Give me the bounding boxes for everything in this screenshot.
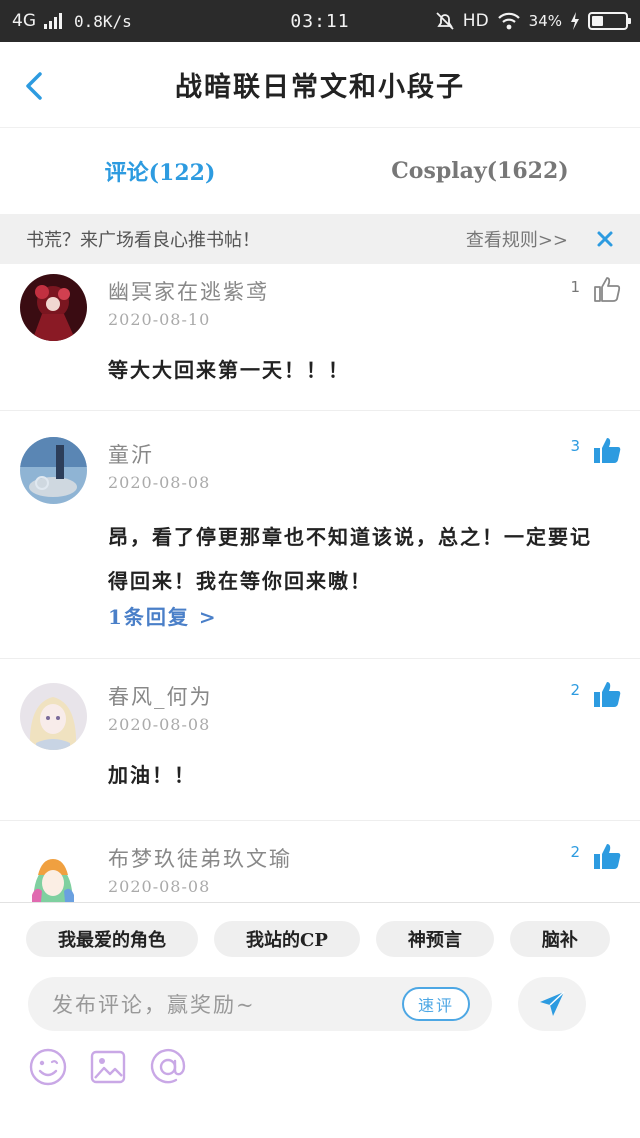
mute-bell-icon xyxy=(436,12,454,30)
comment-input-placeholder: 发布评论，赢奖励~ xyxy=(52,993,256,1017)
battery-percent: 34% xyxy=(528,12,562,30)
comment-item: 布梦玖徒弟玖文瑜 2020-08-08 2 xyxy=(0,821,640,902)
clock: 03:11 xyxy=(290,10,350,32)
comment-composer: 我最爱的角色 我站的CP 神预言 脑补 发布评论，赢奖励~ 速评 xyxy=(0,902,640,1138)
notice-text[interactable]: 书荒？来广场看良心推书帖！ xyxy=(26,226,466,252)
comment-author[interactable]: 春风_何为 xyxy=(108,681,213,711)
topic-chip[interactable]: 脑补 xyxy=(509,921,610,957)
comment-author[interactable]: 布梦玖徒弟玖文瑜 xyxy=(108,843,292,873)
thumbs-up-outline-icon[interactable] xyxy=(592,274,622,304)
wifi-icon xyxy=(497,12,520,30)
send-button[interactable] xyxy=(518,977,586,1031)
tab-cosplay[interactable]: Cosplay(1622) xyxy=(320,128,640,214)
comment-author[interactable]: 童沂 xyxy=(108,439,154,469)
topic-chip-row: 我最爱的角色 我站的CP 神预言 脑补 xyxy=(26,921,640,957)
topic-chip[interactable]: 我站的CP xyxy=(214,921,360,957)
comment-date: 2020-08-08 xyxy=(108,877,211,896)
comment-text: 昂，看了停更那章也不知道该说，总之！一定要记得回来！我在等你回来嗷！ xyxy=(108,525,592,593)
comment-input[interactable]: 发布评论，赢奖励~ 速评 xyxy=(28,977,492,1031)
comment-text: 等大大回来第一天！！！ xyxy=(108,358,350,382)
comment-date: 2020-08-10 xyxy=(108,310,211,329)
close-icon[interactable] xyxy=(596,230,614,248)
battery-icon xyxy=(588,12,631,30)
comment-author[interactable]: 幽冥家在逃紫鸢 xyxy=(108,276,269,306)
network-speed: 0.8K/s xyxy=(74,11,132,31)
like-count: 2 xyxy=(570,681,580,699)
comment-date: 2020-08-08 xyxy=(108,473,211,492)
view-rules-link[interactable]: 查看规则>> xyxy=(466,226,568,252)
avatar[interactable] xyxy=(20,274,87,341)
comment-item: 春风_何为 2020-08-08 加油！！ 2 xyxy=(0,659,640,821)
charging-icon xyxy=(571,12,579,30)
comment-text: 加油！！ xyxy=(108,763,196,787)
thumbs-up-filled-icon[interactable] xyxy=(592,435,622,465)
signal-icon xyxy=(44,13,62,29)
comment-item: 幽冥家在逃紫鸢 2020-08-10 等大大回来第一天！！！ 1 xyxy=(0,264,640,411)
comment-date: 2020-08-08 xyxy=(108,715,211,734)
composer-tools xyxy=(28,1047,188,1087)
topic-chip[interactable]: 我最爱的角色 xyxy=(26,921,198,957)
status-bar: 4G 0.8K/s 03:11 HD 34% xyxy=(0,0,640,42)
quick-review-button[interactable]: 速评 xyxy=(401,987,470,1021)
avatar[interactable] xyxy=(20,683,87,750)
thumbs-up-filled-icon[interactable] xyxy=(592,679,622,709)
avatar[interactable] xyxy=(20,437,87,504)
like-count: 2 xyxy=(570,843,580,861)
page-title: 战暗联日常文和小段子 xyxy=(175,72,465,103)
comment-list: 幽冥家在逃紫鸢 2020-08-10 等大大回来第一天！！！ 1 童沂 2020… xyxy=(0,264,640,902)
like-count: 1 xyxy=(570,278,580,296)
back-arrow-icon[interactable] xyxy=(18,66,54,106)
topic-chip[interactable]: 神预言 xyxy=(375,921,494,957)
network-type: 4G xyxy=(12,11,36,31)
notice-banner: 书荒？来广场看良心推书帖！ 查看规则>> xyxy=(0,214,640,264)
mention-icon[interactable] xyxy=(148,1047,188,1087)
emoji-icon[interactable] xyxy=(28,1047,68,1087)
view-replies-link[interactable]: 1条回复 > xyxy=(108,601,218,630)
tab-comments[interactable]: 评论(122) xyxy=(0,128,320,214)
thumbs-up-filled-icon[interactable] xyxy=(592,841,622,871)
like-count: 3 xyxy=(570,437,580,455)
page-header: 战暗联日常文和小段子 xyxy=(0,42,640,128)
image-icon[interactable] xyxy=(88,1047,128,1087)
hd-indicator: HD xyxy=(462,11,489,31)
avatar[interactable] xyxy=(20,845,87,902)
send-icon xyxy=(540,991,565,1016)
comment-item: 童沂 2020-08-08 昂，看了停更那章也不知道该说，总之！一定要记得回来！… xyxy=(0,411,640,659)
tab-bar: 评论(122) Cosplay(1622) xyxy=(0,128,640,214)
